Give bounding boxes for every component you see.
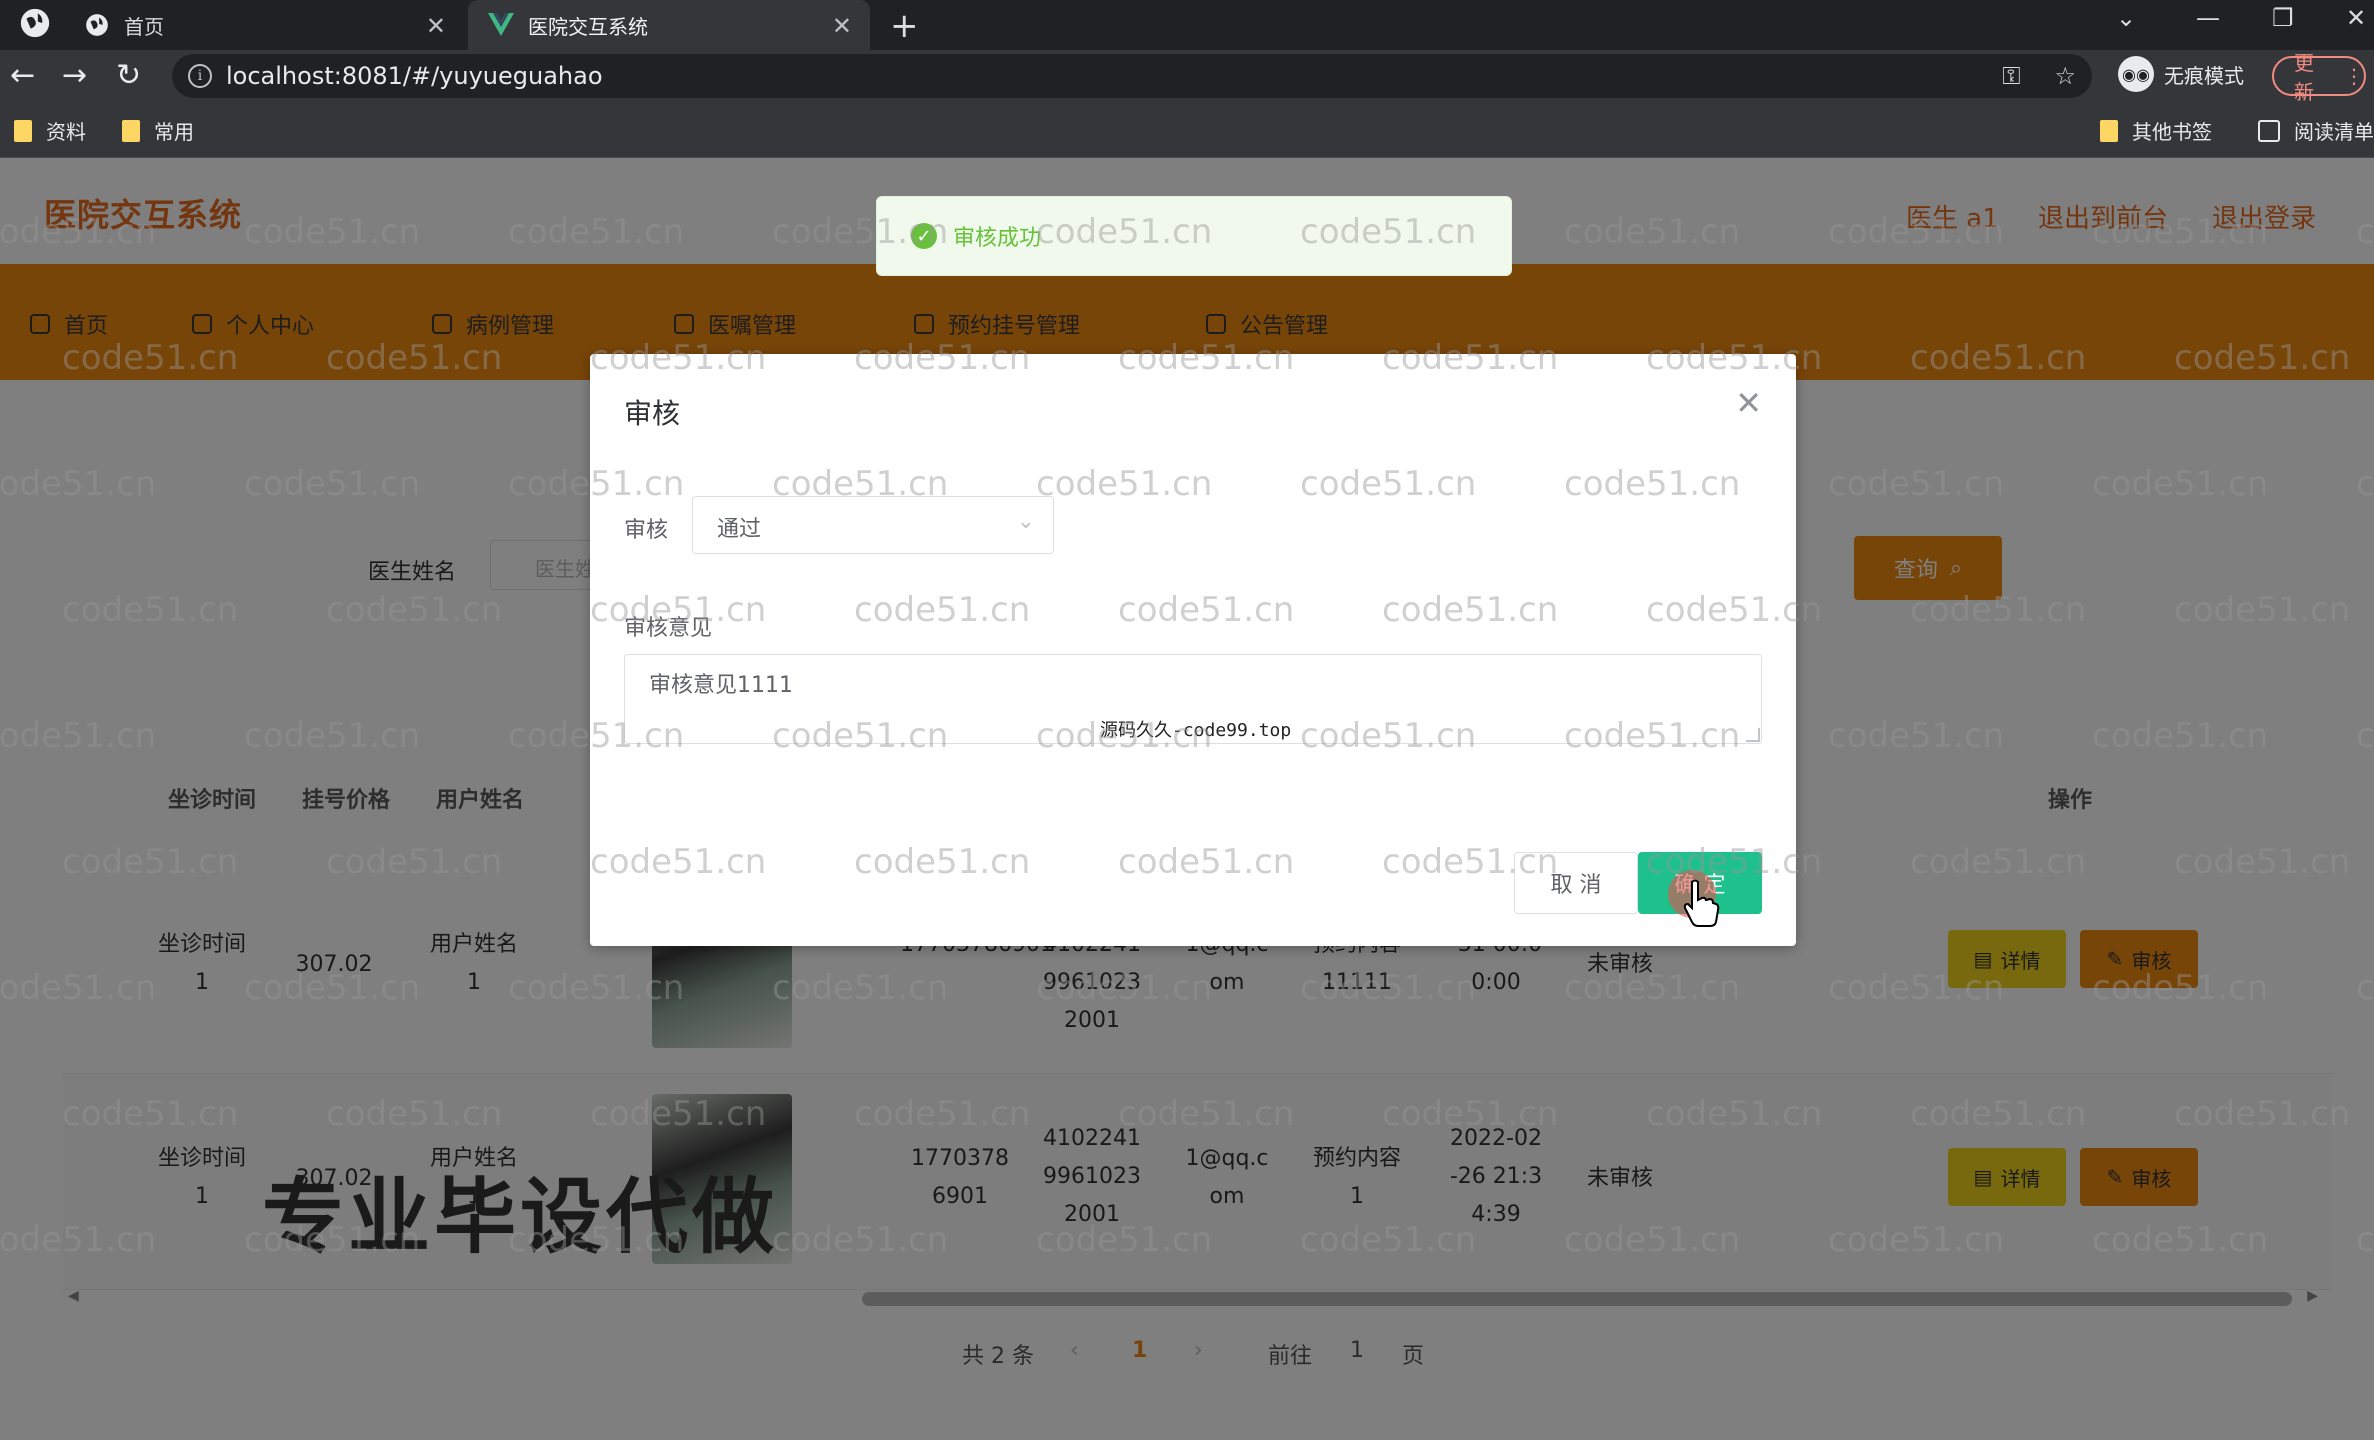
folder-icon xyxy=(14,119,32,142)
opinion-field-label: 审核意见 xyxy=(624,616,713,641)
browser-toolbar: ← → ↻ i localhost:8081/#/yuyueguahao ⚿ ☆… xyxy=(0,50,2374,104)
minimize-icon[interactable]: — xyxy=(2196,4,2220,32)
incognito-icon: ◉◉ xyxy=(2118,56,2154,92)
hand-cursor-icon xyxy=(1683,879,1720,927)
chevron-down-icon[interactable]: ⌄ xyxy=(2116,4,2136,32)
success-toast: ✓ 审核成功 xyxy=(876,196,1512,276)
reading-list[interactable]: 阅读清单 xyxy=(2258,116,2374,145)
bookmark-label: 阅读清单 xyxy=(2294,120,2374,144)
tab-label: 首页 xyxy=(124,14,164,39)
close-icon[interactable]: ✕ xyxy=(1735,384,1762,422)
incognito-indicator[interactable]: ◉◉ 无痕模式 xyxy=(2118,56,2244,92)
back-icon[interactable]: ← xyxy=(10,58,35,93)
tab-home[interactable]: 首页 ✕ xyxy=(64,0,464,50)
key-icon[interactable]: ⚿ xyxy=(2002,62,2020,90)
star-icon[interactable]: ☆ xyxy=(2054,62,2076,90)
resize-handle-icon[interactable] xyxy=(1746,728,1760,742)
bookmark-label: 资料 xyxy=(46,120,86,144)
reading-list-icon xyxy=(2258,119,2280,142)
url-text: localhost:8081/#/yuyueguahao xyxy=(226,62,603,90)
browser-tabstrip: 首页 ✕ 医院交互系统 ✕ + ⌄ — ❐ ✕ xyxy=(0,0,2374,50)
bookmark-folder[interactable]: 常用 xyxy=(122,116,194,145)
close-window-icon[interactable]: ✕ xyxy=(2346,4,2366,32)
more-icon: ⋮ xyxy=(2344,64,2364,88)
incognito-label: 无痕模式 xyxy=(2164,63,2244,88)
forward-icon[interactable]: → xyxy=(62,58,87,93)
tab-hospital[interactable]: 医院交互系统 ✕ xyxy=(468,0,870,50)
update-button[interactable]: 更新 ⋮ xyxy=(2272,51,2366,104)
audit-field-label: 审核 xyxy=(624,518,669,543)
close-icon[interactable]: ✕ xyxy=(426,12,446,40)
globe-icon xyxy=(84,12,110,38)
close-icon[interactable]: ✕ xyxy=(832,12,852,40)
chevron-down-icon: ⌄ xyxy=(1016,509,1035,534)
globe-icon[interactable] xyxy=(18,6,52,46)
other-bookmarks[interactable]: 其他书签 xyxy=(2100,116,2212,145)
update-label: 更新 xyxy=(2294,51,2314,104)
bookmark-label: 其他书签 xyxy=(2132,120,2212,144)
restore-icon[interactable]: ❐ xyxy=(2272,4,2294,32)
dialog-title: 审核 xyxy=(624,397,681,430)
audit-select[interactable]: 通过 ⌄ xyxy=(692,496,1054,554)
cancel-button[interactable]: 取 消 xyxy=(1514,852,1638,914)
info-icon[interactable]: i xyxy=(188,64,212,88)
audit-select-value: 通过 xyxy=(717,517,762,542)
address-bar[interactable]: i localhost:8081/#/yuyueguahao ⚿ ☆ xyxy=(172,54,2092,98)
bookmarks-bar: 资料 常用 其他书签 阅读清单 xyxy=(0,102,2374,158)
watermark-text: 源码久久-code99.top xyxy=(1100,720,1292,741)
toast-message: 审核成功 xyxy=(953,226,1042,251)
audit-dialog: 审核 ✕ 审核 通过 ⌄ 审核意见 审核意见1111 源码久久-code99.t… xyxy=(590,354,1796,946)
vue-logo-icon xyxy=(488,12,514,38)
promo-text: 专业毕设代做 xyxy=(262,1170,779,1265)
bookmark-folder[interactable]: 资料 xyxy=(14,116,86,145)
reload-icon[interactable]: ↻ xyxy=(116,58,141,93)
new-tab-icon[interactable]: + xyxy=(890,6,919,46)
folder-icon xyxy=(2100,119,2118,142)
omnibox-actions: ⚿ ☆ xyxy=(2002,62,2076,90)
folder-icon xyxy=(122,119,140,142)
bookmark-label: 常用 xyxy=(154,120,194,144)
tab-label: 医院交互系统 xyxy=(528,14,648,39)
check-circle-icon: ✓ xyxy=(911,223,937,249)
